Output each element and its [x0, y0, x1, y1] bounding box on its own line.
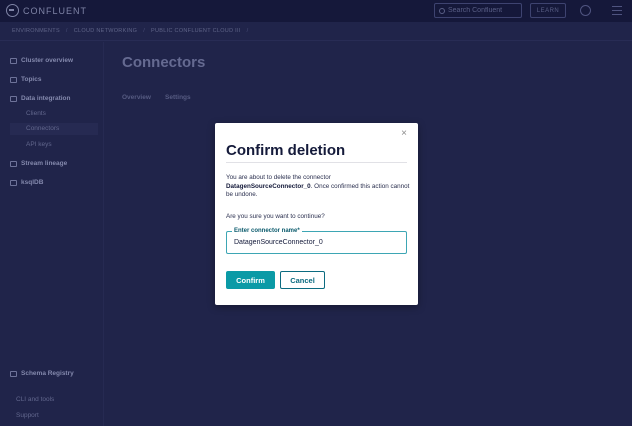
field-label: Enter connector name* [232, 228, 302, 235]
sidebar-item-api-keys[interactable]: API keys [26, 141, 52, 148]
help-icon[interactable] [580, 5, 591, 16]
sidebar-item-connectors[interactable]: Connectors [10, 123, 98, 135]
confirm-deletion-dialog: × Confirm deletion You are about to dele… [215, 123, 418, 305]
page-title: Connectors [122, 54, 206, 71]
sidebar-item-topics[interactable]: Topics [10, 76, 41, 83]
menu-icon[interactable] [612, 6, 622, 15]
breadcrumb-item[interactable]: PUBLIC CONFLUENT CLOUD III [151, 28, 241, 34]
confirm-button[interactable]: Confirm [226, 271, 275, 289]
sidebar-item-cli-tools[interactable]: CLI and tools [16, 396, 54, 403]
sidebar-item-label: Topics [21, 76, 42, 83]
sidebar-item-label: Data integration [21, 95, 71, 102]
lineage-icon [10, 160, 17, 167]
breadcrumb-separator: / [65, 28, 68, 34]
sidebar: Cluster overview Topics Data integration… [0, 42, 104, 426]
topics-icon [10, 76, 17, 83]
sidebar-item-label: ksqlDB [21, 179, 44, 186]
breadcrumb: ENVIRONMENTS / CLOUD NETWORKING / PUBLIC… [0, 22, 632, 41]
close-icon[interactable]: × [399, 129, 409, 139]
learn-button[interactable]: LEARN [530, 3, 566, 18]
sidebar-item-support[interactable]: Support [16, 412, 39, 419]
sidebar-item-stream-lineage[interactable]: Stream lineage [10, 160, 67, 167]
sidebar-item-ksqldb[interactable]: ksqlDB [10, 179, 43, 186]
cancel-button[interactable]: Cancel [280, 271, 325, 289]
breadcrumb-item[interactable]: CLOUD NETWORKING [74, 28, 137, 34]
logo-icon [6, 4, 19, 17]
connector-name-field[interactable]: Enter connector name* [226, 228, 407, 254]
breadcrumb-separator: / [143, 28, 146, 34]
sidebar-item-data-integration[interactable]: Data integration [10, 95, 70, 102]
connector-name-input[interactable] [234, 239, 402, 246]
breadcrumb-separator: / [246, 28, 249, 34]
sidebar-item-label: Cluster overview [21, 57, 74, 64]
sidebar-item-label: Stream lineage [21, 160, 68, 167]
tab-settings[interactable]: Settings [165, 94, 191, 101]
sidebar-item-cluster-overview[interactable]: Cluster overview [10, 57, 73, 64]
message-prefix: You are about to delete the connector [226, 174, 331, 181]
dialog-message: You are about to delete the connector Da… [226, 174, 411, 200]
top-bar: CONFLUENT LEARN [0, 0, 632, 22]
search-icon [439, 7, 445, 14]
dialog-question: Are you sure you want to continue? [226, 213, 325, 220]
confluent-logo[interactable]: CONFLUENT [6, 4, 87, 17]
dashboard-icon [10, 57, 17, 64]
sidebar-item-clients[interactable]: Clients [26, 110, 46, 117]
tab-overview[interactable]: Overview [122, 94, 151, 101]
logo-text: CONFLUENT [23, 5, 88, 16]
divider [226, 162, 407, 163]
schema-icon [10, 370, 17, 377]
connector-name: DatagenSourceConnector_0 [226, 182, 311, 190]
search-box[interactable] [434, 3, 522, 18]
integration-icon [10, 95, 17, 102]
dialog-title: Confirm deletion [226, 142, 346, 159]
breadcrumb-item[interactable]: ENVIRONMENTS [12, 28, 60, 34]
sidebar-item-schema-registry[interactable]: Schema Registry [10, 370, 74, 377]
search-input[interactable] [448, 7, 520, 14]
sidebar-item-label: Schema Registry [21, 370, 74, 377]
ksqldb-icon [10, 179, 17, 186]
